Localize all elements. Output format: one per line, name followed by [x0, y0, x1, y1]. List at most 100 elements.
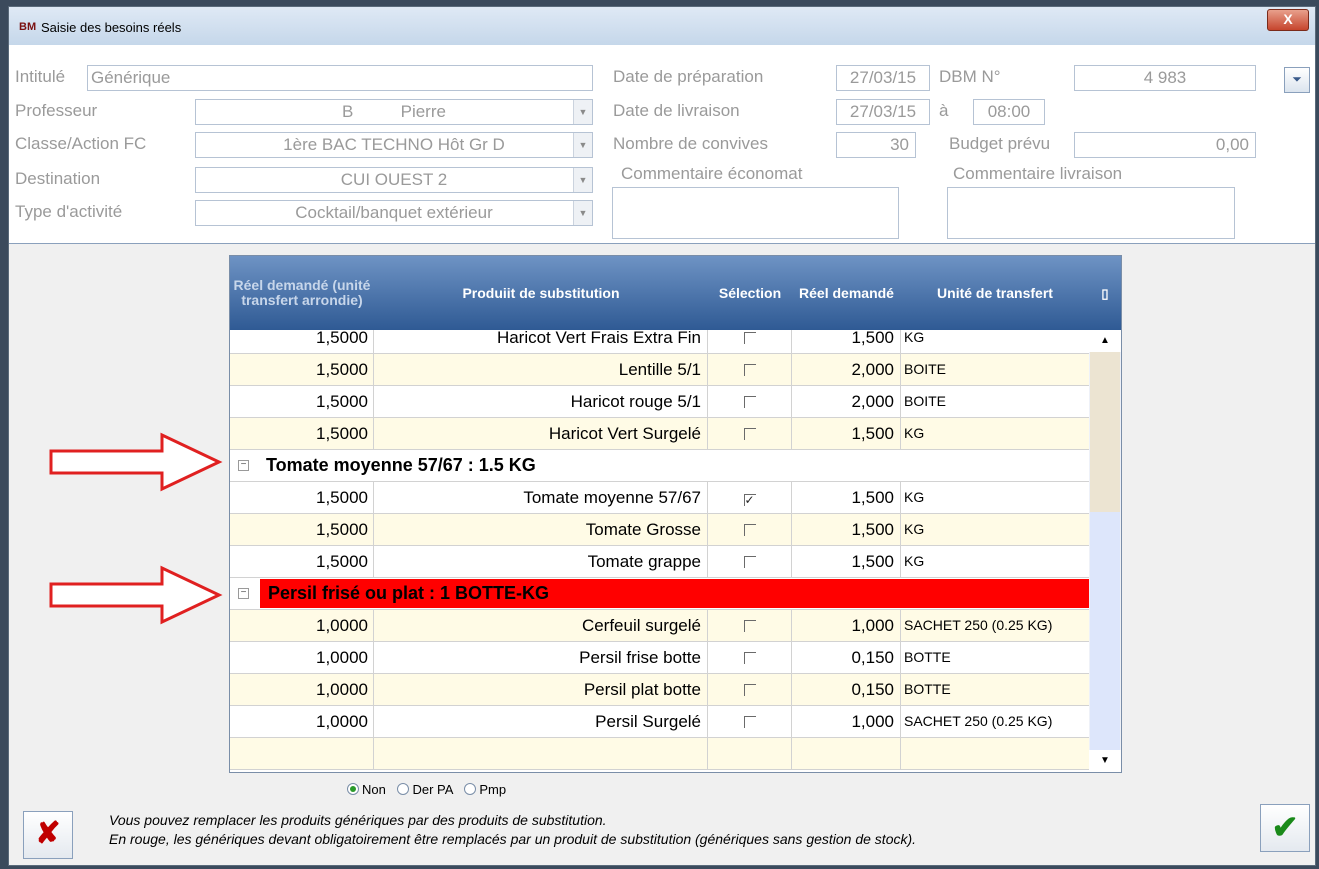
scroll-thumb[interactable] [1090, 352, 1120, 512]
table-row[interactable]: 1,0000 Persil plat botte 0,150 BOTTE [230, 674, 1089, 706]
selection-checkbox[interactable]: ✓ [743, 494, 756, 506]
table-row[interactable]: 1,5000 Haricot rouge 5/1 2,000 BOITE [230, 386, 1089, 418]
selection-checkbox[interactable] [743, 652, 756, 664]
grid-header: Réel demandé (unité transfert arrondie) … [230, 256, 1121, 330]
chevron-down-icon[interactable]: ▼ [573, 168, 592, 192]
table-row[interactable]: 1,0000 Cerfeuil surgelé 1,000 SACHET 250 (0… [230, 610, 1089, 642]
ok-button[interactable]: ✔ [1260, 804, 1310, 852]
reel-cell[interactable]: 0,150 [792, 642, 901, 673]
column-chooser-icon[interactable]: ▯ [1089, 256, 1121, 330]
product-cell: Haricot Vert Frais Extra Fin [374, 330, 708, 353]
reel-cell[interactable]: 1,500 [792, 482, 901, 513]
date-liv-field[interactable]: 27/03/15 [836, 99, 930, 125]
qty-cell: 1,5000 [230, 330, 374, 353]
comment-liv-field[interactable] [947, 187, 1235, 239]
substitution-grid: Réel demandé (unité transfert arrondie) … [229, 255, 1122, 773]
reel-cell[interactable]: 2,000 [792, 354, 901, 385]
table-row[interactable]: 1,5000 Tomate grappe 1,500 KG [230, 546, 1089, 578]
table-row[interactable]: 1,0000 Persil Surgelé 1,000 SACHET 250 (0.2… [230, 706, 1089, 738]
close-button[interactable]: X [1267, 9, 1309, 31]
dbm-dropdown-button[interactable]: ⏷ [1284, 67, 1310, 93]
reel-cell[interactable]: 2,000 [792, 386, 901, 417]
radio-der-pa[interactable] [397, 783, 410, 795]
selection-checkbox[interactable] [743, 332, 756, 344]
product-cell: Tomate grappe [374, 546, 708, 577]
selection-checkbox[interactable] [743, 428, 756, 440]
table-row[interactable]: 1,5000 Tomate moyenne 57/67 ✓ 1,500 KG [230, 482, 1089, 514]
budget-field[interactable]: 0,00 [1074, 132, 1256, 158]
col-reel-unite-header[interactable]: Réel demandé (unité transfert arrondie) [230, 256, 374, 330]
destination-combo[interactable]: CUI OUEST 2 ▼ [195, 167, 593, 193]
date-prep-field[interactable]: 27/03/15 [836, 65, 930, 91]
collapse-icon[interactable]: − [238, 460, 249, 471]
reel-cell[interactable] [792, 738, 901, 769]
selection-cell [708, 386, 792, 417]
convives-label: Nombre de convives [613, 134, 768, 153]
vertical-scrollbar[interactable]: ▲ ▼ [1089, 330, 1121, 772]
table-row[interactable]: 1,5000 Haricot Vert Frais Extra Fin 1,500 K… [230, 330, 1089, 354]
scroll-track[interactable] [1090, 512, 1120, 750]
selection-checkbox[interactable] [743, 556, 756, 568]
reel-cell[interactable]: 1,000 [792, 706, 901, 737]
scroll-up-icon[interactable]: ▲ [1089, 330, 1121, 352]
chevron-down-icon[interactable]: ▼ [573, 100, 592, 124]
cancel-button[interactable]: ✘ [23, 811, 73, 859]
col-selection-header[interactable]: Sélection [708, 256, 792, 330]
qty-cell: 1,0000 [230, 674, 374, 705]
unit-cell: BOTTE [904, 649, 951, 665]
radio-pmp[interactable] [464, 783, 477, 795]
convives-field[interactable]: 30 [836, 132, 916, 158]
selection-checkbox[interactable] [743, 716, 756, 728]
reel-cell[interactable]: 1,000 [792, 610, 901, 641]
selection-cell [708, 706, 792, 737]
dbm-field[interactable]: 4 983 [1074, 65, 1256, 91]
type-combo[interactable]: Cocktail/banquet extérieur ▼ [195, 200, 593, 226]
unit-cell: KG [904, 489, 925, 505]
radio-der-pa-label: Der PA [412, 782, 453, 797]
selection-cell [708, 610, 792, 641]
group-header-row[interactable]: − Tomate moyenne 57/67 : 1.5 KG [230, 450, 1089, 482]
product-cell: Haricot Vert Surgelé [374, 418, 708, 449]
intitule-field[interactable]: Générique [87, 65, 593, 91]
dropdown-arrow-icon: ⏷ [1292, 72, 1302, 86]
comment-eco-field[interactable] [612, 187, 899, 239]
table-row[interactable]: 1,5000 Lentille 5/1 2,000 BOITE [230, 354, 1089, 386]
professeur-combo[interactable]: B Pierre ▼ [195, 99, 593, 125]
selection-checkbox[interactable] [743, 396, 756, 408]
unit-cell: BOTTE [904, 681, 951, 697]
classe-combo[interactable]: 1ère BAC TECHNO Hôt Gr D ▼ [195, 132, 593, 158]
radio-non-label: Non [362, 782, 386, 797]
selection-checkbox[interactable] [743, 684, 756, 696]
col-produit-header[interactable]: Produiit de substitution [374, 256, 708, 330]
reel-cell[interactable]: 1,500 [792, 418, 901, 449]
annotation-arrow-icon [49, 565, 223, 625]
reel-cell[interactable]: 1,500 [792, 546, 901, 577]
app-icon: BM [19, 21, 37, 33]
selection-checkbox[interactable] [743, 364, 756, 376]
unit-cell: KG [904, 330, 925, 345]
reel-cell[interactable]: 0,150 [792, 674, 901, 705]
destination-label: Destination [15, 169, 101, 188]
col-unite-header[interactable]: Unité de transfert [901, 256, 1089, 330]
table-row[interactable]: 1,0000 Persil frise botte 0,150 BOTTE [230, 642, 1089, 674]
chevron-down-icon[interactable]: ▼ [573, 201, 592, 225]
selection-checkbox[interactable] [743, 620, 756, 632]
col-reel-header[interactable]: Réel demandé [792, 256, 901, 330]
reel-cell[interactable]: 1,500 [792, 514, 901, 545]
table-row[interactable] [230, 738, 1089, 770]
qty-cell: 1,5000 [230, 514, 374, 545]
group-header-row[interactable]: − Persil frisé ou plat : 1 BOTTE-KG [230, 578, 1089, 610]
reel-cell[interactable]: 1,500 [792, 330, 901, 353]
unit-cell: SACHET 250 (0.25 KG) [904, 713, 1053, 729]
product-cell: Persil Surgelé [374, 706, 708, 737]
radio-pmp-label: Pmp [479, 782, 507, 797]
collapse-icon[interactable]: − [238, 588, 249, 599]
selection-cell [708, 354, 792, 385]
scroll-down-icon[interactable]: ▼ [1089, 750, 1121, 772]
table-row[interactable]: 1,5000 Tomate Grosse 1,500 KG [230, 514, 1089, 546]
selection-checkbox[interactable] [743, 524, 756, 536]
radio-non[interactable] [347, 783, 359, 795]
table-row[interactable]: 1,5000 Haricot Vert Surgelé 1,500 KG [230, 418, 1089, 450]
chevron-down-icon[interactable]: ▼ [573, 133, 592, 157]
heure-field[interactable]: 08:00 [973, 99, 1045, 125]
